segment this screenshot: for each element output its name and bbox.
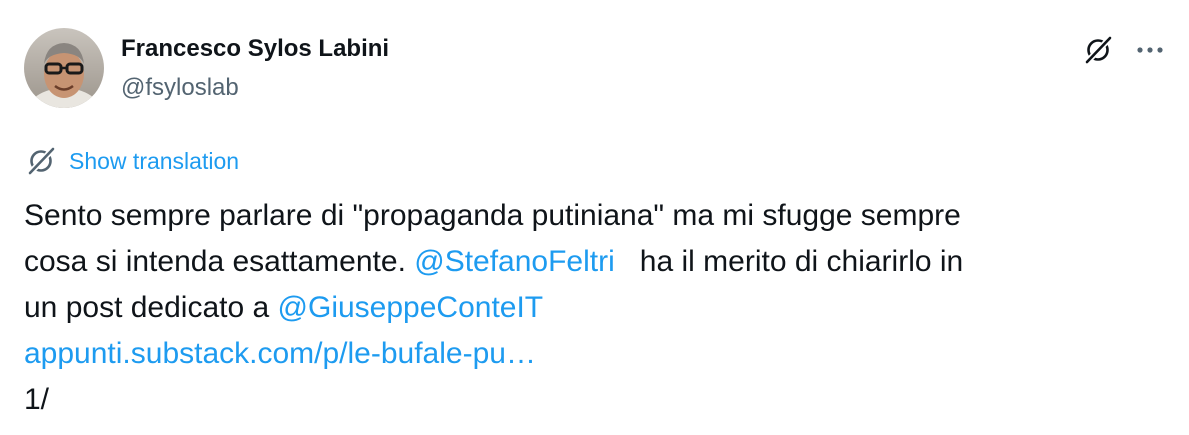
translate-icon (26, 146, 56, 176)
mention-link[interactable]: @StefanoFeltri (414, 245, 615, 278)
avatar-image (24, 28, 104, 108)
tweet-card: Francesco Sylos Labini @fsyloslab Show t… (0, 0, 1189, 435)
show-translation-button[interactable]: Show translation (26, 146, 239, 176)
tweet-text-segment: cosa si intenda esattamente. (24, 245, 415, 278)
thread-marker: 1/ (24, 383, 50, 416)
tweet-line-4: appunti.substack.com/p/le-bufale-pu… (24, 331, 1154, 377)
show-translation-label: Show translation (69, 148, 240, 174)
tweet-line-3: un post dedicato a @GiuseppeConteIT (24, 285, 1154, 331)
author-display-name[interactable]: Francesco Sylos Labini (121, 34, 389, 64)
tweet-text-segment: ha il merito di chiarirlo in (614, 245, 964, 278)
url-link[interactable]: appunti.substack.com/p/le-bufale-pu… (24, 337, 536, 370)
tweet-line-1: Sento sempre parlare di "propaganda puti… (24, 199, 961, 232)
author-handle[interactable]: @fsyloslab (121, 73, 239, 103)
more-options-button[interactable] (1130, 30, 1170, 70)
tweet-text-segment: un post dedicato a (24, 291, 278, 324)
avatar[interactable] (24, 28, 104, 108)
tweet-text: Sento sempre parlare di "propaganda puti… (24, 193, 1154, 423)
grok-icon (1084, 35, 1113, 65)
tweet-line-2: cosa si intenda esattamente. @StefanoFel… (24, 239, 1154, 285)
mention-link[interactable]: @GiuseppeConteIT (278, 291, 544, 324)
more-dots-icon (1137, 47, 1163, 53)
grok-button[interactable] (1078, 30, 1118, 70)
